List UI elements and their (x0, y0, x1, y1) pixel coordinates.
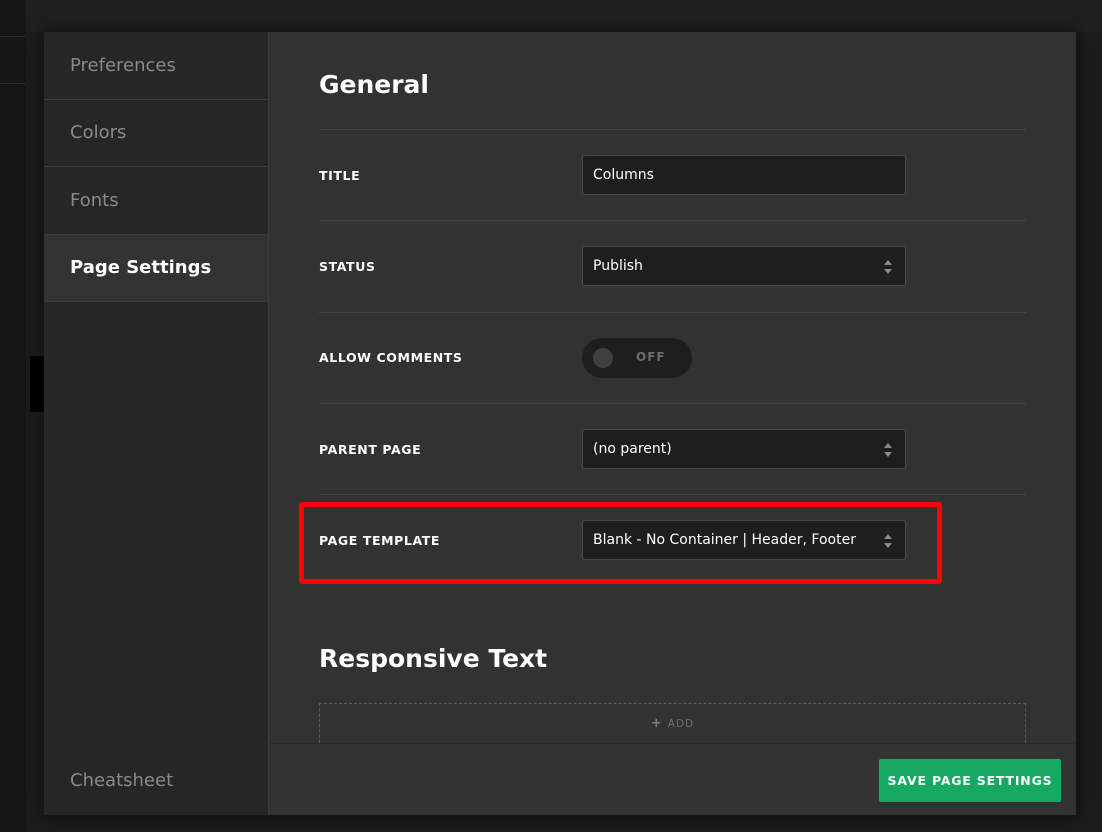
add-label: ADD (667, 717, 695, 730)
settings-sidebar: Preferences Colors Fonts Page Settings C… (44, 32, 269, 815)
title-input-value: Columns (593, 167, 654, 184)
section-title-general: General (319, 70, 429, 99)
title-input[interactable]: Columns (582, 155, 906, 196)
sidebar-item-label: Fonts (70, 189, 119, 211)
background-app-fragment (30, 356, 44, 412)
page-template-select-value: Blank - No Container | Header, Footer (593, 532, 856, 549)
background-app-item (0, 36, 26, 84)
field-row-title: TITLE Columns (319, 129, 1026, 220)
select-arrows-icon (884, 534, 892, 549)
plus-icon: + (650, 716, 663, 731)
select-arrows-icon (884, 443, 892, 458)
sidebar-item-preferences[interactable]: Preferences (44, 32, 268, 100)
field-row-allow-comments: ALLOW COMMENTS OFF (319, 311, 1026, 403)
field-row-status: STATUS Publish (319, 220, 1026, 311)
background-app-header (0, 0, 1102, 32)
field-label-parent-page: PARENT PAGE (319, 441, 422, 457)
save-page-settings-button[interactable]: SAVE PAGE SETTINGS (879, 759, 1061, 802)
sidebar-item-colors[interactable]: Colors (44, 100, 268, 167)
field-label-status: STATUS (319, 258, 376, 274)
toggle-knob (593, 347, 613, 368)
general-fields: TITLE Columns STATUS Publish ALLOW COMME… (319, 129, 1026, 585)
field-label-allow-comments: ALLOW COMMENTS (319, 350, 463, 366)
sidebar-item-fonts[interactable]: Fonts (44, 167, 268, 235)
select-arrows-icon (884, 260, 892, 275)
parent-page-select-value: (no parent) (593, 441, 672, 458)
sidebar-item-label: Preferences (70, 54, 176, 76)
status-select-value: Publish (593, 258, 643, 275)
background-app-sidebar (0, 0, 26, 832)
page-template-select[interactable]: Blank - No Container | Header, Footer (582, 520, 906, 561)
sidebar-item-cheatsheet[interactable]: Cheatsheet (44, 745, 268, 815)
settings-footer: SAVE PAGE SETTINGS (269, 743, 1076, 815)
sidebar-item-label: Colors (70, 122, 127, 144)
field-row-page-template: PAGE TEMPLATE Blank - No Container | Hea… (319, 494, 1026, 585)
add-responsive-text-button[interactable]: + ADD (319, 703, 1026, 743)
field-label-title: TITLE (319, 167, 361, 183)
field-label-page-template: PAGE TEMPLATE (319, 532, 441, 548)
settings-content: General TITLE Columns STATUS Publish ALL… (269, 32, 1076, 743)
sidebar-item-label: Cheatsheet (70, 769, 174, 791)
parent-page-select[interactable]: (no parent) (582, 429, 906, 470)
status-select[interactable]: Publish (582, 246, 906, 287)
field-row-parent-page: PARENT PAGE (no parent) (319, 402, 1026, 494)
settings-modal: Preferences Colors Fonts Page Settings C… (44, 32, 1076, 815)
sidebar-item-label: Page Settings (70, 257, 212, 279)
section-title-responsive-text: Responsive Text (319, 644, 548, 673)
allow-comments-toggle[interactable]: OFF (582, 337, 692, 378)
toggle-state-label: OFF (636, 349, 666, 364)
sidebar-item-page-settings[interactable]: Page Settings (44, 234, 268, 302)
